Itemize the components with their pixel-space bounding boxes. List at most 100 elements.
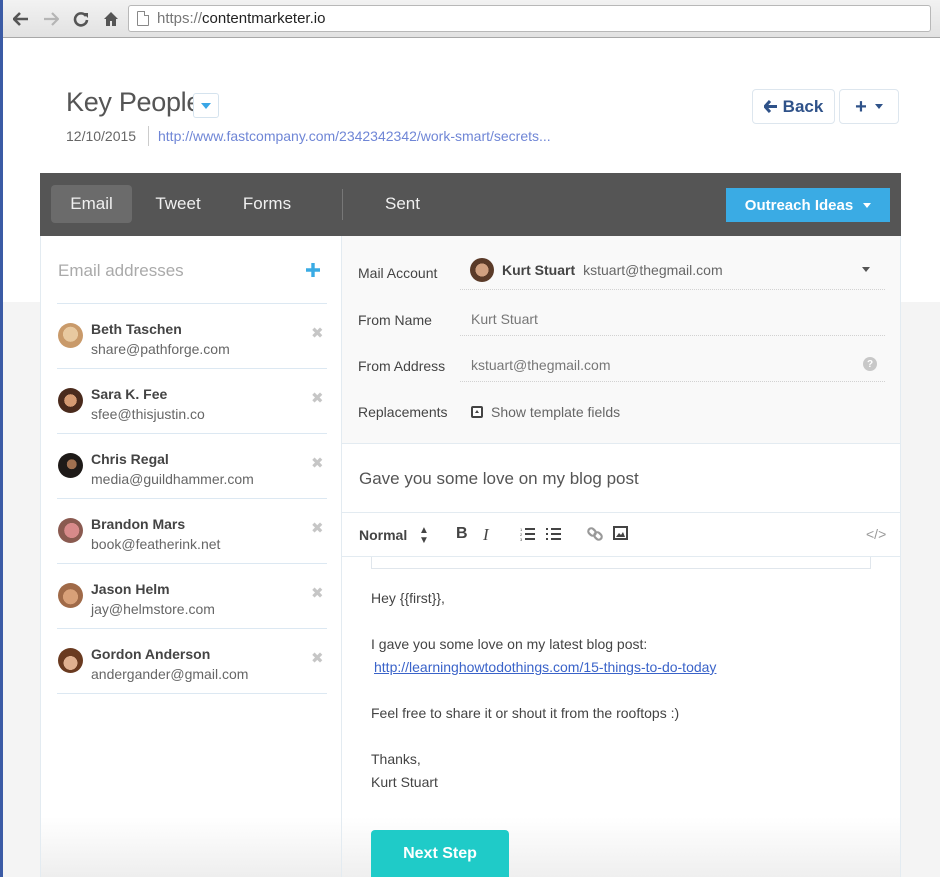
back-nav-button[interactable] <box>8 6 34 32</box>
email-addresses-panel: Email addresses Beth Taschen share@pathf… <box>40 236 342 877</box>
tab-email[interactable]: Email <box>51 185 132 223</box>
tab-tweet[interactable]: Tweet <box>144 185 212 223</box>
format-select[interactable]: Normal <box>359 527 407 543</box>
caret-down-icon <box>863 202 872 208</box>
add-email-button[interactable] <box>305 259 321 283</box>
avatar <box>58 518 83 543</box>
replacements-label: Replacements <box>358 404 448 420</box>
forward-nav-button[interactable] <box>38 6 64 32</box>
italic-button[interactable]: I <box>483 525 489 545</box>
contact-email: share@pathforge.com <box>91 341 230 357</box>
bullet-list-button[interactable] <box>546 527 562 545</box>
link-button[interactable] <box>587 526 603 546</box>
avatar <box>58 648 83 673</box>
svg-text:3: 3 <box>520 537 523 541</box>
bold-button[interactable]: B <box>456 525 468 543</box>
home-button[interactable] <box>98 6 124 32</box>
ordered-list-button[interactable]: 123 <box>520 527 536 545</box>
account-avatar <box>470 258 494 282</box>
body-greeting[interactable]: Hey {{first}}, <box>371 590 445 606</box>
remove-contact-icon[interactable]: ✖ <box>311 584 324 602</box>
from-name-label: From Name <box>358 312 432 328</box>
body-signoff[interactable]: Thanks, <box>371 751 421 767</box>
browser-toolbar: https://contentmarketer.io <box>0 0 940 38</box>
remove-contact-icon[interactable]: ✖ <box>311 389 324 407</box>
field-underline <box>460 289 885 290</box>
contact-item[interactable]: Brandon Mars book@featherink.net ✖ <box>57 499 327 564</box>
back-button[interactable]: Back <box>752 89 835 124</box>
show-template-fields-label: Show template fields <box>491 404 621 420</box>
field-underline <box>460 335 885 336</box>
select-arrows-icon[interactable]: ▲ ▼ <box>419 526 429 546</box>
remove-contact-icon[interactable]: ✖ <box>311 454 324 472</box>
panel-fade <box>41 817 341 877</box>
mail-account-label: Mail Account <box>358 265 438 281</box>
body-line[interactable]: I gave you some love on my latest blog p… <box>371 636 647 652</box>
code-view-button[interactable]: </> <box>866 526 886 542</box>
help-icon[interactable]: ? <box>863 357 877 371</box>
avatar <box>58 583 83 608</box>
account-email: kstuart@thegmail.com <box>583 262 723 278</box>
body-link[interactable]: http://learninghowtodothings.com/15-thin… <box>374 659 716 675</box>
home-icon <box>104 11 118 26</box>
subject-input[interactable]: Gave you some love on my blog post <box>359 469 639 489</box>
remove-contact-icon[interactable]: ✖ <box>311 649 324 667</box>
meta-divider <box>148 126 149 146</box>
contact-name: Sara K. Fee <box>91 386 168 402</box>
plus-icon: + <box>855 95 867 118</box>
compose-panel: Mail Account Kurt Stuart kstuart@thegmai… <box>342 236 901 877</box>
contact-email: jay@helmstore.com <box>91 601 215 617</box>
address-bar[interactable]: https://contentmarketer.io <box>128 5 931 32</box>
page-icon <box>137 11 149 26</box>
expand-icon <box>471 406 483 418</box>
editor-frame <box>371 557 871 569</box>
from-name-input[interactable]: Kurt Stuart <box>471 311 538 327</box>
mail-account-select[interactable]: Kurt Stuart kstuart@thegmail.com <box>470 258 723 282</box>
tab-sent[interactable]: Sent <box>375 185 430 223</box>
contact-item[interactable]: Gordon Anderson andergander@gmail.com ✖ <box>57 629 327 694</box>
contact-item[interactable]: Jason Helm jay@helmstore.com ✖ <box>57 564 327 629</box>
contact-email: media@guildhammer.com <box>91 471 254 487</box>
caret-down-icon[interactable] <box>862 267 870 272</box>
page-title: Key People <box>66 87 202 117</box>
reload-icon <box>73 11 89 27</box>
outreach-ideas-button[interactable]: Outreach Ideas <box>726 188 890 222</box>
reload-button[interactable] <box>68 6 94 32</box>
contact-item[interactable]: Chris Regal media@guildhammer.com ✖ <box>57 434 327 499</box>
email-addresses-heading: Email addresses <box>58 261 184 280</box>
contact-name: Chris Regal <box>91 451 169 467</box>
remove-contact-icon[interactable]: ✖ <box>311 324 324 342</box>
avatar <box>58 388 83 413</box>
editor-toolbar: Normal ▲ ▼ B I 123 </> <box>342 512 900 557</box>
arrow-left-icon <box>13 11 28 26</box>
from-address-label: From Address <box>358 358 446 374</box>
caret-down-icon <box>201 102 211 109</box>
caret-down-icon <box>874 104 883 109</box>
contact-name: Gordon Anderson <box>91 646 211 662</box>
next-step-button[interactable]: Next Step <box>371 830 509 877</box>
contact-item[interactable]: Beth Taschen share@pathforge.com ✖ <box>57 304 327 369</box>
contact-email: book@featherink.net <box>91 536 221 552</box>
contact-item[interactable]: Sara K. Fee sfee@thisjustin.co ✖ <box>57 369 327 434</box>
contact-list: Beth Taschen share@pathforge.com ✖ Sara … <box>57 303 327 694</box>
contact-name: Jason Helm <box>91 581 170 597</box>
back-button-label: Back <box>782 96 824 116</box>
article-date: 12/10/2015 <box>66 128 137 144</box>
tab-bar: Email Tweet Forms Sent Outreach Ideas <box>40 173 901 236</box>
image-icon <box>613 526 628 540</box>
title-dropdown-button[interactable] <box>193 93 219 118</box>
remove-contact-icon[interactable]: ✖ <box>311 519 324 537</box>
show-template-fields-toggle[interactable]: Show template fields <box>471 404 620 420</box>
contact-name: Brandon Mars <box>91 516 186 532</box>
contact-name: Beth Taschen <box>91 321 182 337</box>
tab-forms[interactable]: Forms <box>235 185 299 223</box>
arrow-right-icon <box>44 11 59 26</box>
from-address-input[interactable]: kstuart@thegmail.com <box>471 357 610 373</box>
add-menu-button[interactable]: + <box>839 89 899 124</box>
source-link[interactable]: http://www.fastcompany.com/2342342342/wo… <box>158 128 551 144</box>
account-name: Kurt Stuart <box>502 262 576 278</box>
url-host: contentmarketer.io <box>202 10 326 27</box>
body-signature[interactable]: Kurt Stuart <box>371 774 438 790</box>
body-line[interactable]: Feel free to share it or shout it from t… <box>371 705 679 721</box>
image-button[interactable] <box>613 526 628 544</box>
